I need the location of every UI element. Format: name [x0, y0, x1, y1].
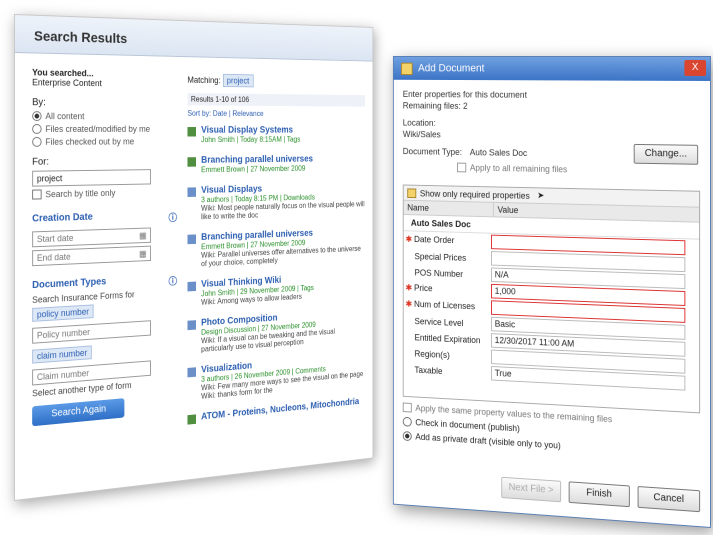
- search-results-window: Search Results You searched... Enterpris…: [14, 14, 374, 501]
- window-icon: [400, 62, 413, 75]
- radio-icon: [402, 431, 412, 442]
- wiki-icon: [187, 367, 197, 378]
- policy-number-input[interactable]: Policy number: [32, 320, 151, 344]
- dialog-buttons: Next File > Finish Cancel: [501, 476, 701, 513]
- radio-icon: [32, 124, 42, 134]
- end-date-input[interactable]: End date ▦: [32, 245, 151, 267]
- by-label: By:: [32, 97, 46, 109]
- calendar-icon[interactable]: ▦: [139, 230, 147, 241]
- radio-icon: [32, 136, 42, 147]
- document-icon: [187, 127, 197, 137]
- results-range: Results 1-10 of 106: [187, 93, 365, 107]
- checkbox-icon: [457, 162, 467, 173]
- wiki-icon: [187, 187, 197, 197]
- claim-tag[interactable]: claim number: [32, 345, 92, 364]
- for-label: For:: [32, 156, 49, 168]
- wiki-icon: [187, 320, 197, 331]
- results-pane: Matching: project Results 1-10 of 106 So…: [187, 70, 365, 436]
- intro-text: Enter properties for this document: [402, 89, 527, 100]
- cancel-button[interactable]: Cancel: [637, 486, 701, 513]
- matching-tag[interactable]: project: [222, 73, 254, 88]
- search-again-button[interactable]: Search Again: [32, 398, 125, 427]
- calendar-icon[interactable]: ▦: [139, 248, 147, 259]
- result-item[interactable]: Photo Composition Design Discussion | 27 …: [187, 307, 364, 354]
- radio-created-by-me[interactable]: Files created/modified by me: [32, 124, 177, 134]
- result-item[interactable]: Visual Displays 3 authors | Today 8:15 PM…: [187, 182, 365, 221]
- wiki-icon: [187, 281, 197, 292]
- result-item[interactable]: Visualization 3 authors | 26 November 200…: [187, 352, 364, 402]
- dialog-title: Add Document: [418, 62, 485, 75]
- start-date-input[interactable]: Start date ▦: [32, 227, 151, 248]
- close-button[interactable]: X: [684, 59, 707, 76]
- result-item[interactable]: Branching parallel universes Emmett Brown…: [187, 227, 364, 269]
- cursor-arrow-icon: ➤: [537, 190, 545, 201]
- info-icon: ⓘ: [168, 213, 178, 225]
- radio-checked-out-by-me[interactable]: Files checked out by me: [32, 137, 177, 147]
- title-only-checkbox[interactable]: Search by title only: [32, 187, 177, 200]
- checkbox-icon: [32, 189, 42, 200]
- matching-row: Matching: project: [187, 70, 364, 91]
- radio-icon: [402, 416, 412, 427]
- change-button[interactable]: Change...: [633, 143, 699, 165]
- result-item[interactable]: ATOM - Proteins, Nucleons, Mitochondria: [187, 396, 364, 425]
- result-item[interactable]: Visual Display Systems John Smith | Today…: [187, 125, 364, 144]
- result-item[interactable]: Branching parallel universes Emmett Brown…: [187, 154, 364, 175]
- finish-button[interactable]: Finish: [568, 481, 630, 508]
- document-icon: [187, 157, 197, 167]
- creation-date-section[interactable]: Creation Date ⓘ: [32, 210, 177, 229]
- checkbox-icon: [402, 402, 412, 413]
- policy-tag[interactable]: policy number: [32, 304, 94, 322]
- radio-icon: [32, 111, 42, 122]
- radio-all-content[interactable]: All content: [32, 111, 177, 121]
- dialog-body: Enter properties for this document Remai…: [394, 80, 710, 185]
- remaining-text: Remaining files: 2: [402, 100, 468, 111]
- document-icon: [187, 414, 197, 425]
- entered-content: Enterprise Content: [32, 77, 102, 89]
- add-document-dialog: Add Document X Enter properties for this…: [392, 56, 711, 528]
- location-value: Wiki/Sales: [402, 129, 441, 140]
- search-sidebar: You searched... Enterprise Content By: A…: [32, 67, 178, 427]
- search-results-title: Search Results: [14, 15, 373, 62]
- wiki-icon: [187, 234, 197, 245]
- search-for-input[interactable]: project: [32, 169, 151, 187]
- result-item[interactable]: Visual Thinking Wiki John Smith | 29 Nove…: [187, 271, 364, 307]
- next-file-button[interactable]: Next File >: [501, 476, 562, 503]
- dialog-titlebar[interactable]: Add Document: [393, 56, 711, 81]
- properties-grid: Show only required properties ➤ Name Value…: [402, 184, 701, 414]
- apply-remaining-checkbox[interactable]: Apply to all remaining files: [457, 162, 690, 177]
- filter-icon: [407, 187, 417, 198]
- sort-links[interactable]: Sort by: Date | Relevance: [187, 109, 364, 118]
- info-icon: ⓘ: [168, 276, 178, 288]
